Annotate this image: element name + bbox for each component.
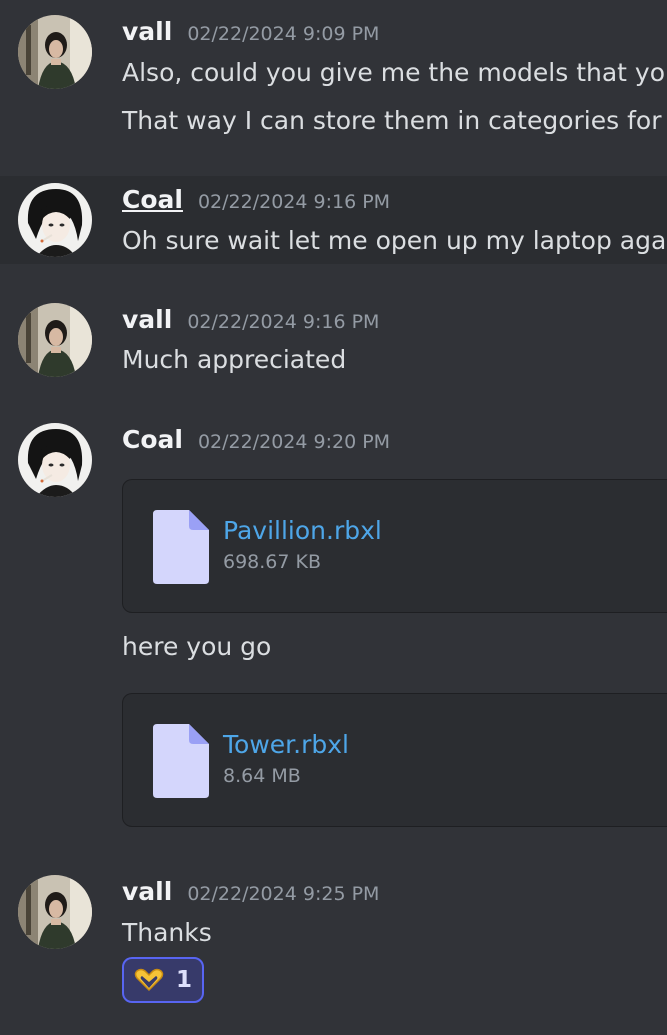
file-icon bbox=[153, 510, 209, 584]
file-size: 8.64 MB bbox=[223, 765, 301, 787]
message-text: Also, could you give me the models that … bbox=[122, 58, 667, 87]
message-text: Much appreciated bbox=[122, 345, 347, 374]
username[interactable]: Coal bbox=[122, 425, 183, 454]
message-header: vall 02/22/2024 9:25 PM bbox=[122, 877, 379, 906]
file-name-link[interactable]: Tower.rbxl bbox=[223, 730, 349, 759]
username[interactable]: vall bbox=[122, 17, 172, 46]
avatar-coal[interactable] bbox=[18, 183, 92, 257]
avatar-vall[interactable] bbox=[18, 875, 92, 949]
timestamp: 02/22/2024 9:16 PM bbox=[187, 311, 380, 333]
avatar-vall[interactable] bbox=[18, 15, 92, 89]
message-header: vall 02/22/2024 9:09 PM bbox=[122, 17, 379, 46]
timestamp: 02/22/2024 9:25 PM bbox=[187, 883, 380, 905]
file-icon bbox=[153, 724, 209, 798]
timestamp: 02/22/2024 9:09 PM bbox=[187, 23, 380, 45]
avatar-vall-image bbox=[18, 15, 92, 89]
avatar-coal[interactable] bbox=[18, 423, 92, 497]
file-name-link[interactable]: Pavillion.rbxl bbox=[223, 516, 382, 545]
file-attachment[interactable]: Pavillion.rbxl 698.67 KB bbox=[122, 479, 667, 613]
heart-hands-emoji bbox=[134, 968, 164, 992]
avatar-coal-image bbox=[18, 423, 92, 497]
timestamp: 02/22/2024 9:20 PM bbox=[197, 431, 391, 453]
avatar-vall-image bbox=[18, 303, 92, 377]
message-header: Coal 02/22/2024 9:20 PM bbox=[122, 425, 390, 454]
message-text: here you go bbox=[122, 632, 272, 661]
message-group: Coal 02/22/2024 9:20 PM Pavillion.rbxl 6… bbox=[0, 404, 667, 844]
chat-message-list: vall 02/22/2024 9:09 PM Also, could you … bbox=[0, 0, 667, 1035]
avatar-coal-image bbox=[18, 183, 92, 257]
message-header: vall 02/22/2024 9:16 PM bbox=[122, 305, 379, 334]
message-group: vall 02/22/2024 9:16 PM Much appreciated bbox=[0, 264, 667, 404]
message-group: vall 02/22/2024 9:09 PM Also, could you … bbox=[0, 0, 667, 176]
message-group-hovered: Coal 02/22/2024 9:16 PM Oh sure wait let… bbox=[0, 176, 667, 264]
file-attachment[interactable]: Tower.rbxl 8.64 MB bbox=[122, 693, 667, 827]
message-text: Thanks bbox=[122, 918, 212, 947]
reaction-count: 1 bbox=[176, 967, 193, 993]
reaction-button[interactable]: 1 bbox=[122, 957, 204, 1003]
message-text: Oh sure wait let me open up my laptop ag… bbox=[122, 226, 667, 255]
username[interactable]: vall bbox=[122, 305, 172, 334]
timestamp: 02/22/2024 9:16 PM bbox=[197, 191, 391, 213]
message-header: Coal 02/22/2024 9:16 PM bbox=[122, 185, 390, 214]
avatar-vall[interactable] bbox=[18, 303, 92, 377]
username[interactable]: vall bbox=[122, 877, 172, 906]
message-group: vall 02/22/2024 9:25 PM Thanks 1 bbox=[0, 844, 667, 1035]
file-size: 698.67 KB bbox=[223, 551, 322, 573]
avatar-vall-image bbox=[18, 875, 92, 949]
username[interactable]: Coal bbox=[122, 185, 183, 214]
message-text: That way I can store them in categories … bbox=[122, 106, 667, 135]
